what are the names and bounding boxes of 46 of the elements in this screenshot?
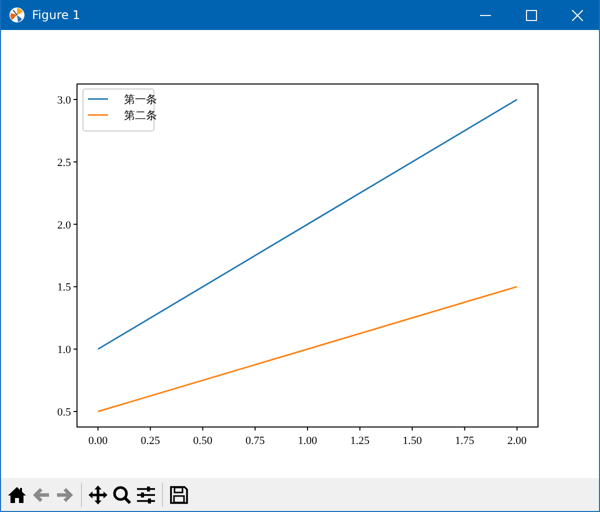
tick-label: 1.00	[298, 435, 318, 447]
tick-mark	[73, 348, 78, 350]
configure-button[interactable]	[135, 484, 157, 506]
tick-mark	[254, 426, 256, 431]
tick-label: 0.75	[246, 435, 265, 447]
tick-label: 2.5	[57, 156, 71, 169]
save-icon	[169, 484, 189, 504]
tick-label: 1.0	[57, 344, 71, 356]
tick-mark	[150, 426, 151, 431]
tick-label: 1.25	[350, 435, 370, 447]
tick-label: 1.5	[57, 282, 71, 294]
sliders-icon	[136, 484, 156, 504]
tick-mark	[73, 411, 78, 412]
tick-label: 2.00	[507, 435, 527, 447]
maximize-icon	[526, 10, 536, 20]
tick-label: 3.0	[57, 94, 71, 106]
legend-label: 第二条	[124, 109, 157, 122]
tick-mark	[97, 426, 98, 431]
search-icon	[112, 484, 132, 504]
tick-label: 1.50	[402, 435, 422, 447]
tick-label: 1.75	[455, 435, 474, 447]
tick-mark	[73, 286, 78, 288]
tick-mark	[412, 426, 413, 431]
tick-mark	[359, 426, 360, 431]
legend-label: 第一条	[124, 93, 157, 106]
close-icon	[572, 10, 582, 20]
pan-button[interactable]	[87, 484, 109, 506]
tick-mark	[307, 426, 308, 431]
tick-label: 0.25	[140, 435, 160, 447]
zoom-button[interactable]	[111, 484, 133, 506]
move-icon	[88, 484, 108, 504]
window-title: Figure 1	[32, 8, 80, 22]
tick-mark	[516, 426, 518, 431]
app-icon	[9, 7, 25, 23]
tick-label: 0.5	[57, 406, 71, 419]
tick-mark	[73, 224, 78, 225]
tick-mark	[464, 426, 466, 431]
tick-label: 0.50	[193, 435, 212, 447]
tick-mark	[73, 161, 78, 162]
tick-label: 2.0	[57, 219, 71, 232]
home-icon	[7, 484, 27, 504]
legend	[82, 88, 154, 132]
save-button[interactable]	[168, 484, 190, 506]
tick-mark	[202, 426, 204, 431]
tick-mark	[73, 98, 78, 100]
tick-label: 0.00	[88, 435, 108, 447]
